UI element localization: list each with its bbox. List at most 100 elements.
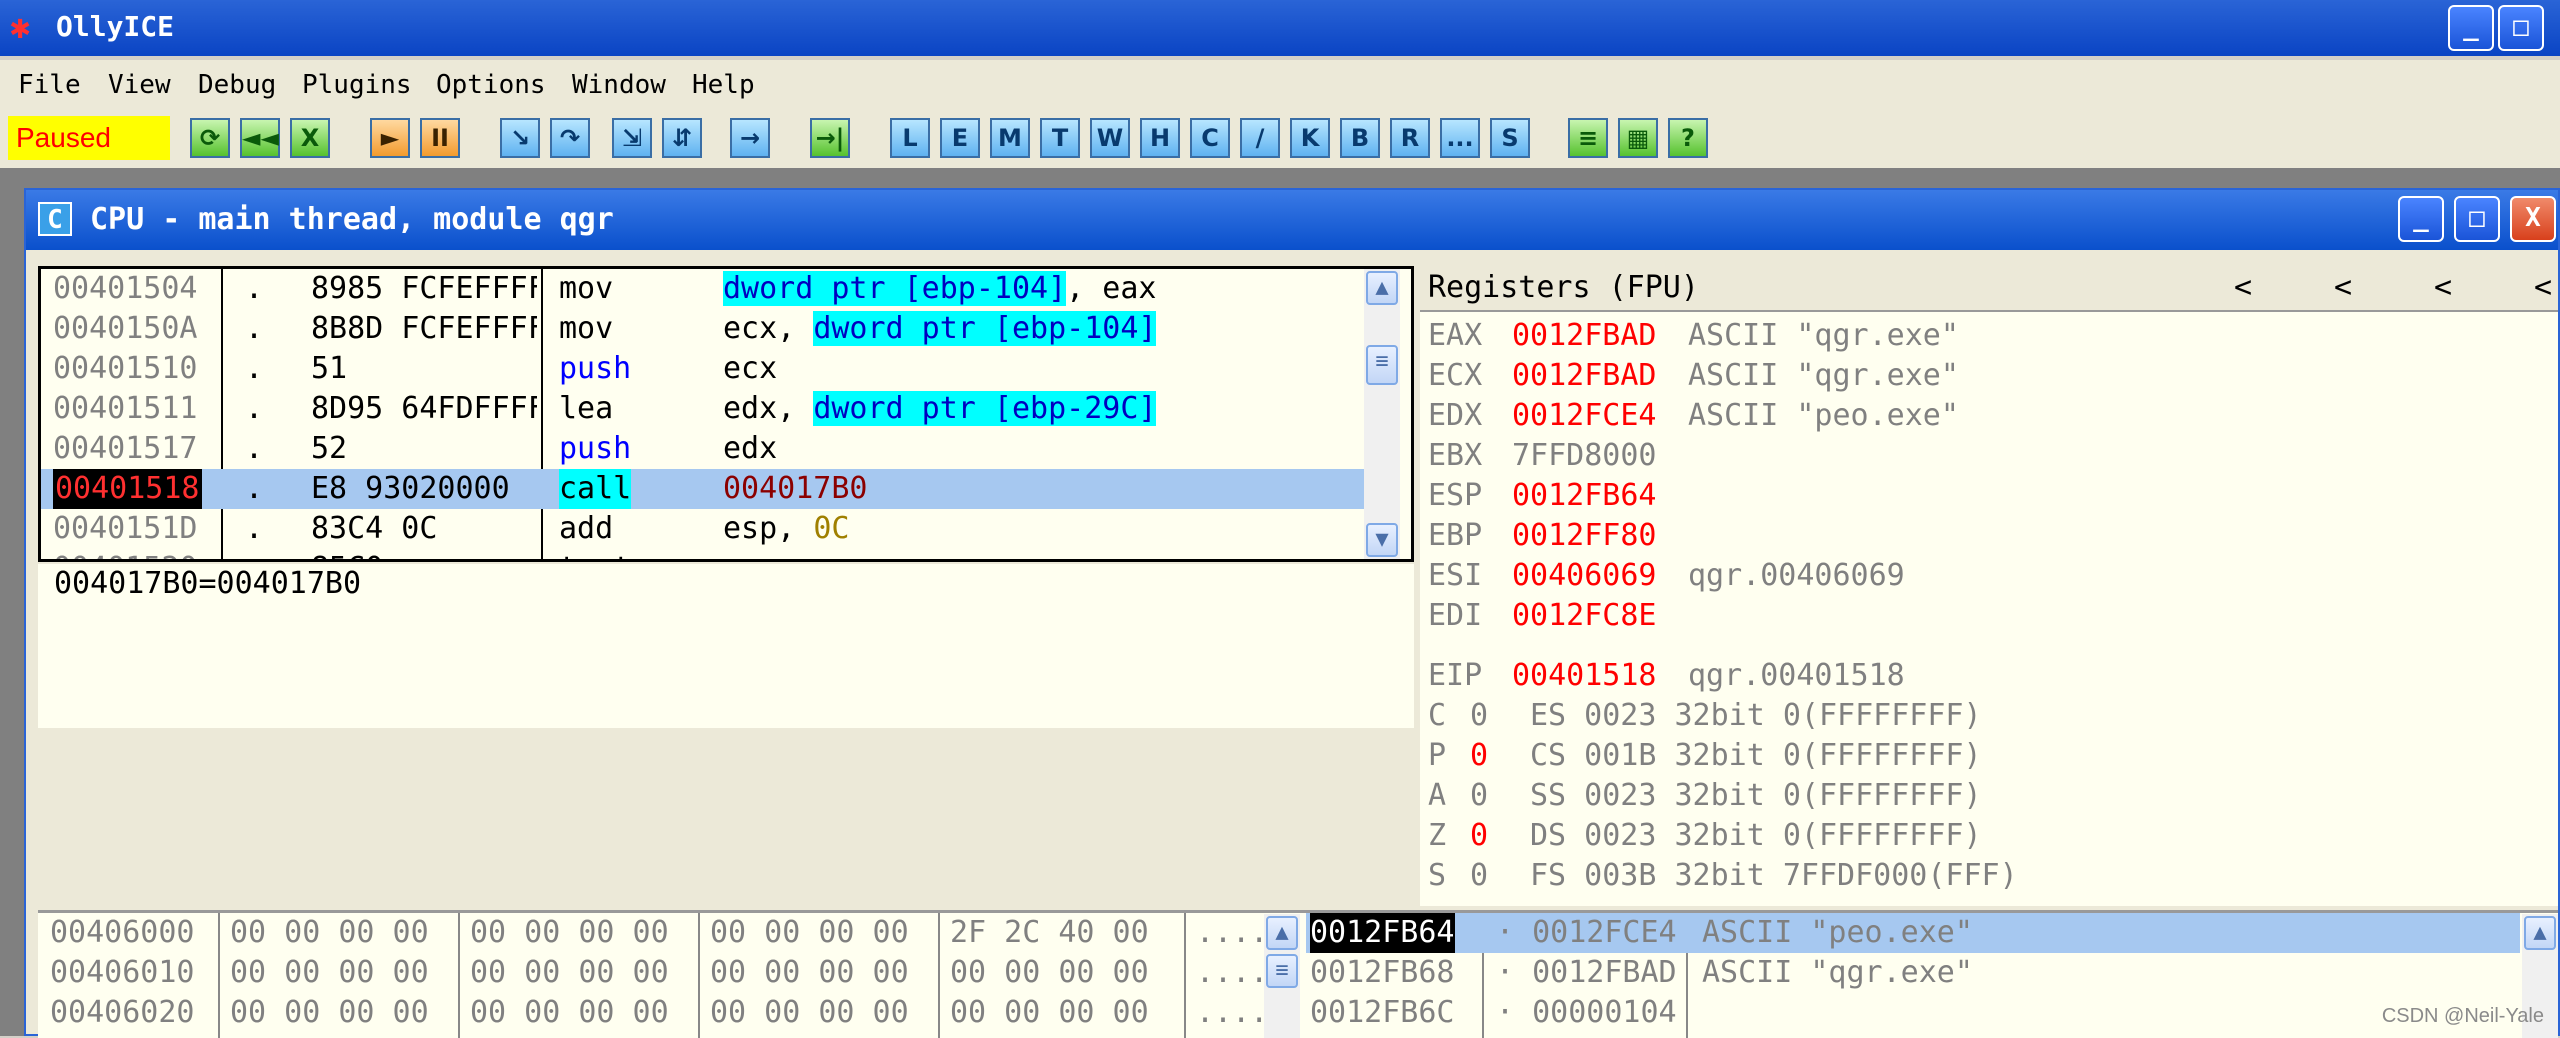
flag-name: S <box>1428 858 1447 893</box>
disasm-row[interactable]: 00401517. 52 push edx <box>41 429 1371 469</box>
scroll-up-arrow-icon[interactable]: ▲ <box>1266 916 1298 950</box>
register-row[interactable]: EBP 0012FF80 <box>1420 516 2520 556</box>
menu-debug[interactable]: Debug <box>198 70 276 100</box>
arrow-left-icon[interactable]: < <box>2334 270 2352 305</box>
stack-row[interactable]: 0012FB68 · 0012FBAD ASCII "qgr.exe" <box>1306 953 2520 993</box>
disasm-row[interactable]: 00401510. 51 push ecx <box>41 349 1371 389</box>
flag-name: Z <box>1428 818 1447 853</box>
cpu-minimize-button[interactable]: _ <box>2398 196 2444 242</box>
run-button[interactable]: ► <box>370 118 410 158</box>
register-row[interactable]: EDI 0012FC8E <box>1420 596 2520 636</box>
scroll-thumb[interactable]: ≡ <box>1266 954 1298 988</box>
list-icon-button[interactable]: ≡ <box>1568 118 1608 158</box>
disasm-row[interactable]: 00401518. E8 93020000 call 004017B0 <box>41 469 1371 509</box>
menu-window[interactable]: Window <box>572 70 666 100</box>
stack-row[interactable]: 0012FB64 · 0012FCE4 ASCII "peo.exe" <box>1306 913 2520 953</box>
register-row[interactable]: EIP 00401518 qgr.00401518 <box>1420 656 2520 696</box>
scroll-up-arrow-icon[interactable]: ▲ <box>1366 271 1398 305</box>
disasm-row[interactable]: 00401511. 8D95 64FDFFFF lea edx, dword ptr … <box>41 389 1371 429</box>
flag-row[interactable]: S 0 FS 003B 32bit 7FFDF000(FFF) <box>1420 856 2520 896</box>
registers-header[interactable]: Registers (FPU) < < < < <box>1420 266 2558 312</box>
register-row[interactable]: EBX 7FFD8000 <box>1420 436 2520 476</box>
handles-window-button[interactable]: H <box>1140 118 1180 158</box>
info-pane[interactable]: 004017B0=004017B0 <box>38 564 1414 728</box>
stack-address: 0012FB68 <box>1310 955 1455 990</box>
register-row[interactable]: ESP 0012FB64 <box>1420 476 2520 516</box>
flag-row[interactable]: C 0 ES 0023 32bit 0(FFFFFFFF) <box>1420 696 2520 736</box>
restart-button[interactable]: ◄◄ <box>240 118 280 158</box>
register-row[interactable]: EDX 0012FCE4 ASCII "peo.exe" <box>1420 396 2520 436</box>
help-button[interactable]: ? <box>1668 118 1708 158</box>
arrow-left-icon[interactable]: < <box>2234 270 2252 305</box>
breakpoints-window-button[interactable]: B <box>1340 118 1380 158</box>
stack-comment: ASCII "peo.exe" <box>1702 915 1973 950</box>
registers-pane[interactable]: Registers (FPU) < < < < EAX 0012FBAD ASCII… <box>1420 266 2558 906</box>
references-window-button[interactable]: R <box>1390 118 1430 158</box>
flag-name: P <box>1428 738 1447 773</box>
register-comment: qgr.00406069 <box>1688 558 1905 593</box>
menu-help[interactable]: Help <box>692 70 755 100</box>
disasm-row[interactable]: 00401504. 8985 FCFEFFFF mov dword ptr [ebp-… <box>41 269 1371 309</box>
disasm-row[interactable]: 0040151D. 83C4 0C add esp, 0C <box>41 509 1371 549</box>
minimize-button[interactable]: _ <box>2448 5 2494 51</box>
reopen-button[interactable]: ⟳ <box>190 118 230 158</box>
cpu-maximize-button[interactable]: □ <box>2454 196 2500 242</box>
cpu-window-button[interactable]: C <box>1190 118 1230 158</box>
maximize-button[interactable]: □ <box>2498 5 2544 51</box>
menu-plugins[interactable]: Plugins <box>302 70 412 100</box>
stack-value: · 00000104 <box>1496 995 1677 1030</box>
scroll-thumb[interactable]: ≡ <box>1366 345 1398 385</box>
stack-row[interactable]: 0012FB6C · 00000104 <box>1306 993 2520 1033</box>
register-row[interactable]: EAX 0012FBAD ASCII "qgr.exe" <box>1420 316 2520 356</box>
disasm-scrollbar[interactable]: ▲ ≡ ▼ <box>1364 269 1400 559</box>
operand-part: ecx, <box>723 311 814 346</box>
register-row[interactable]: ECX 0012FBAD ASCII "qgr.exe" <box>1420 356 2520 396</box>
run-trace-window-button[interactable]: ... <box>1440 118 1480 158</box>
modules-window-button[interactable]: E <box>940 118 980 158</box>
memory-window-button[interactable]: M <box>990 118 1030 158</box>
dump-pane[interactable]: 00406000 00 00 00 00 00 00 00 00 00 00 00 0… <box>38 910 1326 1038</box>
step-over-button[interactable]: ↷ <box>550 118 590 158</box>
register-value: 7FFD8000 <box>1512 438 1657 473</box>
flag-row[interactable]: P 0 CS 001B 32bit 0(FFFFFFFF) <box>1420 736 2520 776</box>
menu-options[interactable]: Options <box>436 70 546 100</box>
execute-till-return-button[interactable]: → <box>730 118 770 158</box>
disasm-row[interactable]: 0040150A. 8B8D FCFEFFFF mov ecx, dword ptr … <box>41 309 1371 349</box>
stack-pane[interactable]: 0012FB64 · 0012FCE4 ASCII "peo.exe" 0012FB6… <box>1306 910 2558 1038</box>
dump-row[interactable]: 00406010 00 00 00 00 00 00 00 00 00 00 00 0… <box>38 953 1268 993</box>
grid-icon-button[interactable]: ▦ <box>1618 118 1658 158</box>
menu-file[interactable]: File <box>18 70 81 100</box>
go-to-button[interactable]: →| <box>810 118 850 158</box>
disasm-row[interactable]: 00401520. 85C0 test eax, eax <box>41 549 1371 559</box>
arrow-left-icon[interactable]: < <box>2434 270 2452 305</box>
disasm-hex-bytes: 8985 FCFEFFFF <box>311 271 537 306</box>
disasm-address: 00401518 <box>53 469 202 509</box>
scroll-up-arrow-icon[interactable]: ▲ <box>2524 916 2556 950</box>
log-window-button[interactable]: L <box>890 118 930 158</box>
call-stack-window-button[interactable]: K <box>1290 118 1330 158</box>
source-window-button[interactable]: S <box>1490 118 1530 158</box>
patches-window-button[interactable]: / <box>1240 118 1280 158</box>
windows-window-button[interactable]: W <box>1090 118 1130 158</box>
dump-row[interactable]: 00406020 00 00 00 00 00 00 00 00 00 00 00 0… <box>38 993 1268 1033</box>
cpu-close-button[interactable]: X <box>2510 196 2556 242</box>
scroll-down-arrow-icon[interactable]: ▼ <box>1366 523 1398 557</box>
dump-hex-group: 00 00 00 00 <box>470 955 669 990</box>
threads-window-button[interactable]: T <box>1040 118 1080 158</box>
pause-button[interactable]: II <box>420 118 460 158</box>
disasm-operands: ecx, dword ptr [ebp-104] <box>723 309 1157 349</box>
arrow-left-icon[interactable]: < <box>2534 270 2552 305</box>
menu-bar: File View Debug Plugins Options Window H… <box>0 60 2560 112</box>
menu-view[interactable]: View <box>108 70 171 100</box>
trace-into-button[interactable]: ⇲ <box>612 118 652 158</box>
dump-row[interactable]: 00406000 00 00 00 00 00 00 00 00 00 00 00 0… <box>38 913 1268 953</box>
step-into-button[interactable]: ↘ <box>500 118 540 158</box>
dump-scrollbar[interactable]: ▲ ≡ <box>1264 914 1300 1038</box>
trace-over-button[interactable]: ⇵ <box>662 118 702 158</box>
register-name: EAX <box>1428 318 1483 353</box>
flag-row[interactable]: A 0 SS 0023 32bit 0(FFFFFFFF) <box>1420 776 2520 816</box>
close-program-button[interactable]: X <box>290 118 330 158</box>
flag-row[interactable]: Z 0 DS 0023 32bit 0(FFFFFFFF) <box>1420 816 2520 856</box>
register-row[interactable]: ESI 00406069 qgr.00406069 <box>1420 556 2520 596</box>
disassembly-pane[interactable]: 00401504. 8985 FCFEFFFF mov dword ptr [ebp-… <box>38 266 1414 562</box>
